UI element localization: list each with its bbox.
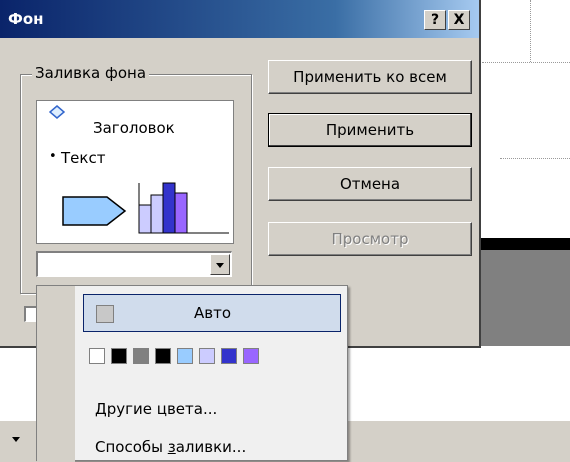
apply-all-button[interactable]: Применить ко всем [268, 60, 472, 94]
slide-guide-line [530, 0, 531, 62]
help-icon: ? [430, 12, 440, 28]
color-swatch-row [89, 348, 259, 364]
preview-title-text: Заголовок [93, 119, 175, 137]
color-popup-menu: Авто Другие цвета... Способы заливки... [36, 285, 348, 462]
auto-color-item[interactable]: Авто [83, 294, 341, 332]
fill-color-dropdown[interactable] [36, 251, 232, 277]
dialog-title: Фон [8, 10, 44, 28]
color-swatch[interactable] [133, 348, 149, 364]
fill-group-label: Заливка фона [32, 64, 150, 82]
fill-effects-item[interactable]: Способы заливки... [95, 438, 246, 456]
preview-bullet: • [49, 149, 57, 164]
color-swatch[interactable] [221, 348, 237, 364]
close-button[interactable]: X [448, 10, 470, 30]
slide-guide-line [500, 158, 570, 159]
slide-edge [480, 238, 570, 250]
apply-button[interactable]: Применить [268, 113, 472, 147]
fill-preview: Заголовок • Текст [36, 100, 234, 244]
color-swatch[interactable] [111, 348, 127, 364]
color-swatch[interactable] [177, 348, 193, 364]
color-swatch[interactable] [199, 348, 215, 364]
workspace-background [480, 250, 570, 346]
auto-color-swatch [96, 305, 114, 323]
close-icon: X [453, 12, 465, 28]
preview-body-text: Текст [61, 149, 106, 167]
help-button[interactable]: ? [424, 10, 446, 30]
dropdown-arrow-icon[interactable] [12, 437, 20, 442]
chevron-down-icon[interactable] [210, 254, 230, 275]
more-colors-item[interactable]: Другие цвета... [95, 400, 217, 418]
preview-shapes-icon [62, 182, 229, 234]
dialog-titlebar[interactable]: Фон ? X [0, 0, 479, 38]
preview-button: Просмотр [268, 222, 472, 256]
color-swatch[interactable] [155, 348, 171, 364]
diamond-bullet-icon [49, 105, 65, 119]
color-swatch[interactable] [89, 348, 105, 364]
auto-color-label: Авто [194, 304, 232, 322]
cancel-button[interactable]: Отмена [268, 167, 472, 201]
slide-guide-line [482, 62, 570, 63]
color-swatch[interactable] [243, 348, 259, 364]
menu-icon-strip [37, 286, 75, 462]
